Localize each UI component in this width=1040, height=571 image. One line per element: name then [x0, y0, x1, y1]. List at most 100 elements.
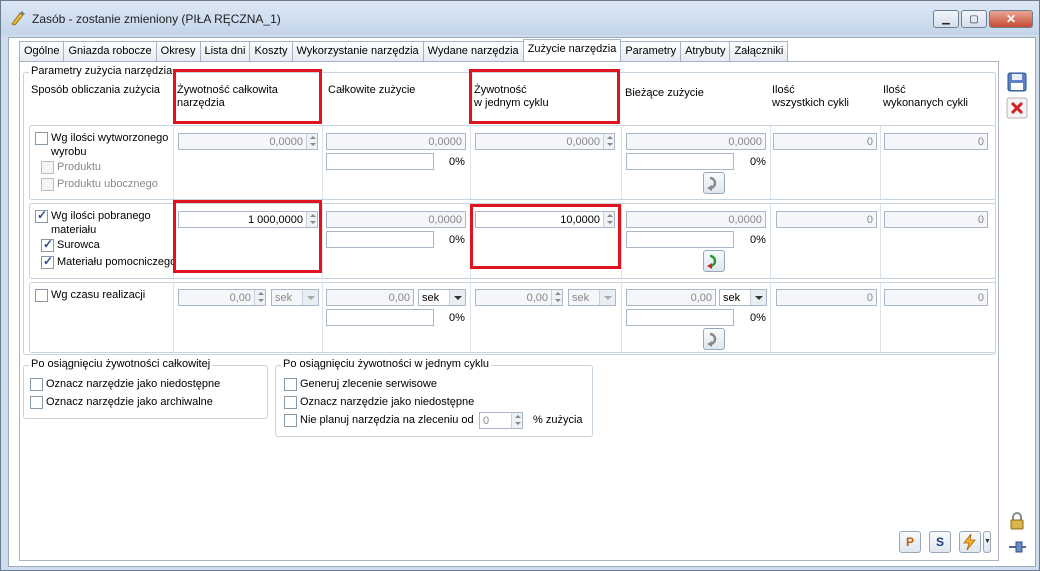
- window-title: Zasób - zostanie zmieniony (PIŁA RĘCZNA_…: [32, 12, 281, 26]
- row2-checkbox[interactable]: [35, 208, 48, 223]
- row2-current-field[interactable]: 0,0000: [626, 211, 766, 228]
- highlight-total-life-header: [173, 69, 322, 124]
- row1-sub1-checkbox[interactable]: [41, 161, 54, 174]
- app-window: Zasób - zostanie zmieniony (PIŁA RĘCZNA_…: [0, 0, 1040, 571]
- after-cycle-opt3-checkbox[interactable]: [284, 414, 297, 427]
- after-cycle-opt3-label: Nie planuj narzędzia na zleceniu od: [300, 414, 474, 426]
- row3-total-life-unit[interactable]: sek: [271, 289, 319, 306]
- row1-total-life-field[interactable]: 0,0000: [178, 133, 318, 150]
- after-total-group: [23, 365, 268, 419]
- tab-panel: Parametry zużycia narzędzia Sposób oblic…: [19, 61, 999, 561]
- lightning-dropdown-button[interactable]: ▼: [983, 531, 991, 553]
- row1-total-pct: 0%: [449, 156, 465, 168]
- row2-label-1: Wg ilości pobranego: [51, 210, 151, 222]
- row1-cycle-life-field[interactable]: 0,0000: [475, 133, 615, 150]
- tab-wykorzystanie[interactable]: Wykorzystanie narzędzia: [291, 41, 424, 61]
- after-total-opt1-checkbox[interactable]: [30, 378, 43, 391]
- row3-reset-button[interactable]: [703, 328, 725, 350]
- reset-arrow-icon: [707, 254, 717, 269]
- row1-current-bar: [626, 153, 734, 170]
- pin-icon: [1009, 541, 1026, 553]
- row1-sub1-label: Produktu: [57, 161, 102, 173]
- lightning-button[interactable]: [959, 531, 981, 553]
- tab-atrybuty[interactable]: Atrybuty: [680, 41, 731, 61]
- p-button[interactable]: P: [899, 531, 921, 553]
- row1-label-1: Wg ilości wytworzonego: [51, 132, 169, 144]
- minimize-button[interactable]: ▁: [933, 10, 959, 28]
- s-button-label: S: [936, 535, 945, 549]
- row1-sub2-checkbox[interactable]: [41, 178, 54, 191]
- lock-button[interactable]: [1006, 510, 1028, 532]
- after-total-opt2-checkbox[interactable]: [30, 396, 43, 409]
- row3-total-pct: 0%: [449, 312, 465, 324]
- col-all-cycles-header-2: wszystkich cykli: [772, 97, 850, 109]
- row3-label: Wg czasu realizacji: [51, 289, 146, 301]
- s-button[interactable]: S: [929, 531, 951, 553]
- row2-sub2-label: Materiału pomocniczego: [57, 256, 177, 268]
- tab-zuzycie[interactable]: Zużycie narzędzia: [522, 39, 622, 61]
- close-button[interactable]: ✕: [989, 10, 1033, 28]
- padlock-icon: [1010, 512, 1024, 530]
- row1-total-usage-field[interactable]: 0,0000: [326, 133, 466, 150]
- after-cycle-opt2-checkbox[interactable]: [284, 396, 297, 409]
- col-done-cycles-header-2: wykonanych cykli: [883, 97, 968, 109]
- col-method-header: Sposób obliczania zużycia: [31, 84, 161, 96]
- tab-koszty[interactable]: Koszty: [249, 41, 293, 61]
- row3-current-pct: 0%: [750, 312, 766, 324]
- row2-sub2-checkbox[interactable]: [41, 254, 54, 269]
- row2-sub1-checkbox[interactable]: [41, 237, 54, 252]
- row3-checkbox[interactable]: [35, 289, 48, 302]
- tab-strip: Ogólne Gniazda robocze Okresy Lista dni …: [19, 39, 789, 61]
- highlight-total-life-row2: [173, 200, 322, 273]
- tab-parametry[interactable]: Parametry: [620, 41, 682, 61]
- cancel-button[interactable]: [1006, 97, 1028, 119]
- row1-checkbox[interactable]: [35, 132, 48, 145]
- row2-sub1-label: Surowca: [57, 239, 100, 251]
- row3-total-usage-bar: [326, 309, 434, 326]
- after-cycle-percent-input[interactable]: 0: [479, 412, 523, 429]
- row2-all-cycles-field[interactable]: 0: [776, 211, 877, 228]
- row2-done-cycles-field[interactable]: 0: [884, 211, 988, 228]
- row3-total-usage-unit[interactable]: sek: [418, 289, 466, 306]
- tab-wydane[interactable]: Wydane narzędzia: [422, 41, 524, 61]
- col-current-header: Bieżące zużycie: [625, 87, 704, 99]
- pin-button[interactable]: [1006, 536, 1028, 558]
- row1-current-field[interactable]: 0,0000: [626, 133, 766, 150]
- row2-total-usage-field[interactable]: 0,0000: [326, 211, 466, 228]
- row2-reset-button[interactable]: [703, 250, 725, 272]
- chevron-down-icon: ▼: [984, 538, 991, 545]
- row2-current-pct: 0%: [750, 234, 766, 246]
- row3-current-bar: [626, 309, 734, 326]
- row2-label-2: materiału: [51, 224, 97, 236]
- after-cycle-opt1-checkbox[interactable]: [284, 378, 297, 391]
- col-all-cycles-header-1: Ilość: [772, 84, 795, 96]
- highlight-cycle-life-row2: [470, 204, 621, 269]
- row3-cycle-life-field[interactable]: 0,00: [475, 289, 563, 306]
- maximize-button[interactable]: ▢: [961, 10, 987, 28]
- row3-all-cycles-field[interactable]: 0: [776, 289, 877, 306]
- row3-total-life-field[interactable]: 0,00: [178, 289, 266, 306]
- after-total-opt2-label: Oznacz narzędzie jako archiwalne: [46, 396, 213, 408]
- after-cycle-opt2-label: Oznacz narzędzie jako niedostępne: [300, 396, 475, 408]
- tab-ogolne[interactable]: Ogólne: [19, 41, 65, 61]
- row3-current-unit[interactable]: sek: [719, 289, 767, 306]
- row3-current-field[interactable]: 0,00: [626, 289, 716, 306]
- after-cycle-percent-label: % zużycia: [533, 414, 583, 426]
- after-total-opt1-label: Oznacz narzędzie jako niedostępne: [46, 378, 221, 390]
- client-area: Ogólne Gniazda robocze Okresy Lista dni …: [8, 37, 1036, 567]
- tab-okresy[interactable]: Okresy: [155, 41, 201, 61]
- tab-gniazda[interactable]: Gniazda robocze: [63, 41, 157, 61]
- row3-cycle-life-unit[interactable]: sek: [568, 289, 616, 306]
- title-bar: Zasób - zostanie zmieniony (PIŁA RĘCZNA_…: [1, 1, 1039, 35]
- reset-arrow-icon: [707, 176, 717, 191]
- row1-all-cycles-field[interactable]: 0: [773, 133, 877, 150]
- row3-done-cycles-field[interactable]: 0: [884, 289, 988, 306]
- tab-lista-dni[interactable]: Lista dni: [199, 41, 251, 61]
- tab-zalaczniki[interactable]: Załączniki: [729, 41, 789, 61]
- row1-done-cycles-field[interactable]: 0: [884, 133, 988, 150]
- row1-reset-button[interactable]: [703, 172, 725, 194]
- row3-total-usage-field[interactable]: 0,00: [326, 289, 414, 306]
- after-cycle-title: Po osiągnięciu żywotności w jednym cyklu: [281, 358, 492, 370]
- save-button[interactable]: [1006, 71, 1028, 93]
- row2-total-usage-bar: [326, 231, 434, 248]
